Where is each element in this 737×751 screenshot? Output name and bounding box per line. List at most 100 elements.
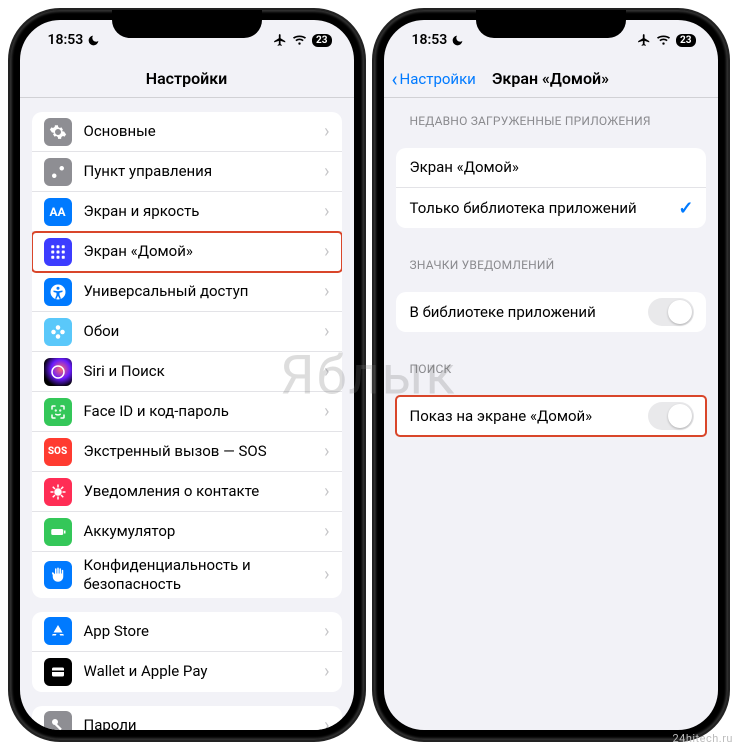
settings-row[interactable]: App Store › xyxy=(32,612,342,652)
corner-watermark: 24hitech.ru xyxy=(672,732,733,745)
airplane-icon xyxy=(273,33,287,47)
row-label: Только библиотека приложений xyxy=(410,199,667,218)
back-label: Настройки xyxy=(400,70,476,88)
moon-icon xyxy=(451,34,464,47)
notch xyxy=(112,10,262,38)
row-label: Экран «Домой» xyxy=(84,242,313,261)
chevron-right-icon: › xyxy=(324,564,329,585)
status-time: 18:53 xyxy=(412,32,448,48)
page-title: Экран «Домой» xyxy=(492,69,609,88)
section-header: ЗНАЧКИ УВЕДОМЛЕНИЙ xyxy=(396,242,706,278)
settings-group: Основные›Пункт управления›AAЭкран и ярко… xyxy=(32,112,342,598)
phone-right: 18:53 23 ‹ Наст xyxy=(374,10,728,740)
row-label: Face ID и код-пароль xyxy=(84,402,313,421)
settings-row[interactable]: SOS Экстренный вызов — SOS › xyxy=(32,432,342,472)
chevron-right-icon: › xyxy=(324,241,329,262)
row-label: Конфиденциальность и безопасность xyxy=(84,556,313,594)
toggle-switch[interactable] xyxy=(648,402,694,430)
settings-row[interactable]: Пароли › xyxy=(32,706,342,731)
settings-row[interactable]: Экран «Домой» › xyxy=(32,232,342,272)
settings-group: Экран «Домой» Только библиотека приложени… xyxy=(396,148,706,228)
settings-group: App Store › Wallet и Apple Pay › xyxy=(32,612,342,692)
toggle-switch[interactable] xyxy=(648,298,694,326)
flower-icon xyxy=(44,318,72,346)
back-button[interactable]: ‹ Настройки xyxy=(392,60,476,97)
row-label: Аккумулятор xyxy=(84,522,313,541)
settings-row[interactable]: AAЭкран и яркость› xyxy=(32,192,342,232)
battery-level: 23 xyxy=(312,34,331,47)
switches-icon xyxy=(44,158,72,186)
settings-row[interactable]: Аккумулятор › xyxy=(32,512,342,552)
header: Настройки xyxy=(20,60,354,98)
settings-group: В библиотеке приложений xyxy=(396,292,706,332)
settings-row[interactable]: Универсальный доступ › xyxy=(32,272,342,312)
virus-icon xyxy=(44,478,72,506)
chevron-right-icon: › xyxy=(324,661,329,682)
settings-row[interactable]: Экран «Домой» xyxy=(396,148,706,188)
settings-row[interactable]: В библиотеке приложений xyxy=(396,292,706,332)
row-label: Пароли xyxy=(84,716,313,730)
page-title: Настройки xyxy=(146,69,228,88)
chevron-right-icon: › xyxy=(324,621,329,642)
row-label: Обои xyxy=(84,322,313,341)
wifi-icon xyxy=(292,34,307,46)
screen-left: 18:53 23 Настройки Осно xyxy=(20,20,354,730)
gear-icon xyxy=(44,118,72,146)
faceid-icon xyxy=(44,398,72,426)
notch xyxy=(476,10,626,38)
chevron-right-icon: › xyxy=(324,401,329,422)
chevron-right-icon: › xyxy=(324,361,329,382)
home-screen-settings[interactable]: НЕДАВНО ЗАГРУЖЕННЫЕ ПРИЛОЖЕНИЯ Экран «Дом… xyxy=(384,98,718,730)
chevron-right-icon: › xyxy=(324,441,329,462)
chevron-right-icon: › xyxy=(324,481,329,502)
row-label: Показ на экране «Домой» xyxy=(410,407,636,426)
battery-icon xyxy=(44,518,72,546)
siri-icon xyxy=(44,358,72,386)
wallet-icon xyxy=(44,658,72,686)
chevron-right-icon: › xyxy=(324,281,329,302)
sos-icon: SOS xyxy=(44,438,72,466)
screen-right: 18:53 23 ‹ Наст xyxy=(384,20,718,730)
chevron-right-icon: › xyxy=(324,715,329,731)
settings-row[interactable]: Конфиденциальность и безопасность › xyxy=(32,552,342,598)
row-label: Основные xyxy=(84,122,313,141)
settings-row[interactable]: Siri и Поиск › xyxy=(32,352,342,392)
settings-row[interactable]: Face ID и код-пароль › xyxy=(32,392,342,432)
status-time: 18:53 xyxy=(48,32,84,48)
section-header: НЕДАВНО ЗАГРУЖЕННЫЕ ПРИЛОЖЕНИЯ xyxy=(396,98,706,134)
appstore-icon xyxy=(44,617,72,645)
chevron-right-icon: › xyxy=(324,201,329,222)
moon-icon xyxy=(87,34,100,47)
settings-row[interactable]: Wallet и Apple Pay › xyxy=(32,652,342,692)
header: ‹ Настройки Экран «Домой» xyxy=(384,60,718,98)
grid-icon xyxy=(44,238,72,266)
row-label: В библиотеке приложений xyxy=(410,303,636,322)
phone-left: 18:53 23 Настройки Осно xyxy=(10,10,364,740)
settings-row[interactable]: Показ на экране «Домой» xyxy=(396,396,706,436)
row-label: Экран «Домой» xyxy=(410,158,694,177)
key-icon xyxy=(44,711,72,730)
row-label: Wallet и Apple Pay xyxy=(84,662,313,681)
settings-row[interactable]: Уведомления о контакте› xyxy=(32,472,342,512)
row-label: Siri и Поиск xyxy=(84,362,313,381)
row-label: Экстренный вызов — SOS xyxy=(84,442,313,461)
chevron-right-icon: › xyxy=(324,521,329,542)
row-label: App Store xyxy=(84,622,313,641)
chevron-right-icon: › xyxy=(324,161,329,182)
section-header: ПОИСК xyxy=(396,346,706,382)
wifi-icon xyxy=(656,34,671,46)
settings-list[interactable]: Основные›Пункт управления›AAЭкран и ярко… xyxy=(20,98,354,730)
row-label: Экран и яркость xyxy=(84,202,313,221)
check-icon: ✓ xyxy=(678,198,693,219)
chevron-left-icon: ‹ xyxy=(392,69,398,89)
row-label: Пункт управления xyxy=(84,162,313,181)
settings-group: Показ на экране «Домой» xyxy=(396,396,706,436)
settings-group: Пароли›Почта› xyxy=(32,706,342,731)
row-label: Универсальный доступ xyxy=(84,282,313,301)
settings-row[interactable]: Основные › xyxy=(32,112,342,152)
settings-row[interactable]: Обои› xyxy=(32,312,342,352)
settings-row[interactable]: Только библиотека приложений ✓ xyxy=(396,188,706,228)
chevron-right-icon: › xyxy=(324,121,329,142)
settings-row[interactable]: Пункт управления › xyxy=(32,152,342,192)
accessibility-icon xyxy=(44,278,72,306)
